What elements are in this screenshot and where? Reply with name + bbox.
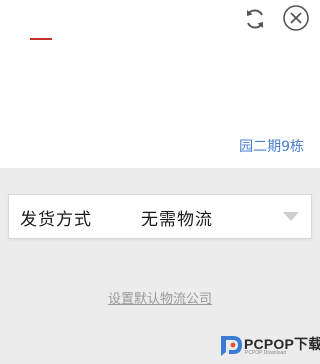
watermark-logo: PCPOP下载 PCPOP Download xyxy=(218,330,320,360)
refresh-icon xyxy=(247,9,263,29)
address-text: 园二期9栋 xyxy=(239,139,304,155)
refresh-button[interactable] xyxy=(240,4,270,34)
pcpop-logo-icon xyxy=(221,336,242,356)
top-bar xyxy=(0,0,320,40)
close-button[interactable] xyxy=(281,3,311,33)
shipping-method-select[interactable]: 发货方式 无需物流 xyxy=(8,194,312,239)
close-icon xyxy=(283,5,309,31)
set-default-logistics-link[interactable]: 设置默认物流公司 xyxy=(0,288,320,307)
dropdown-arrow-icon xyxy=(283,212,299,221)
watermark-sub: PCPOP Download xyxy=(245,350,287,356)
shipping-method-value: 无需物流 xyxy=(141,210,213,230)
shipping-method-label: 发货方式 xyxy=(20,210,92,230)
